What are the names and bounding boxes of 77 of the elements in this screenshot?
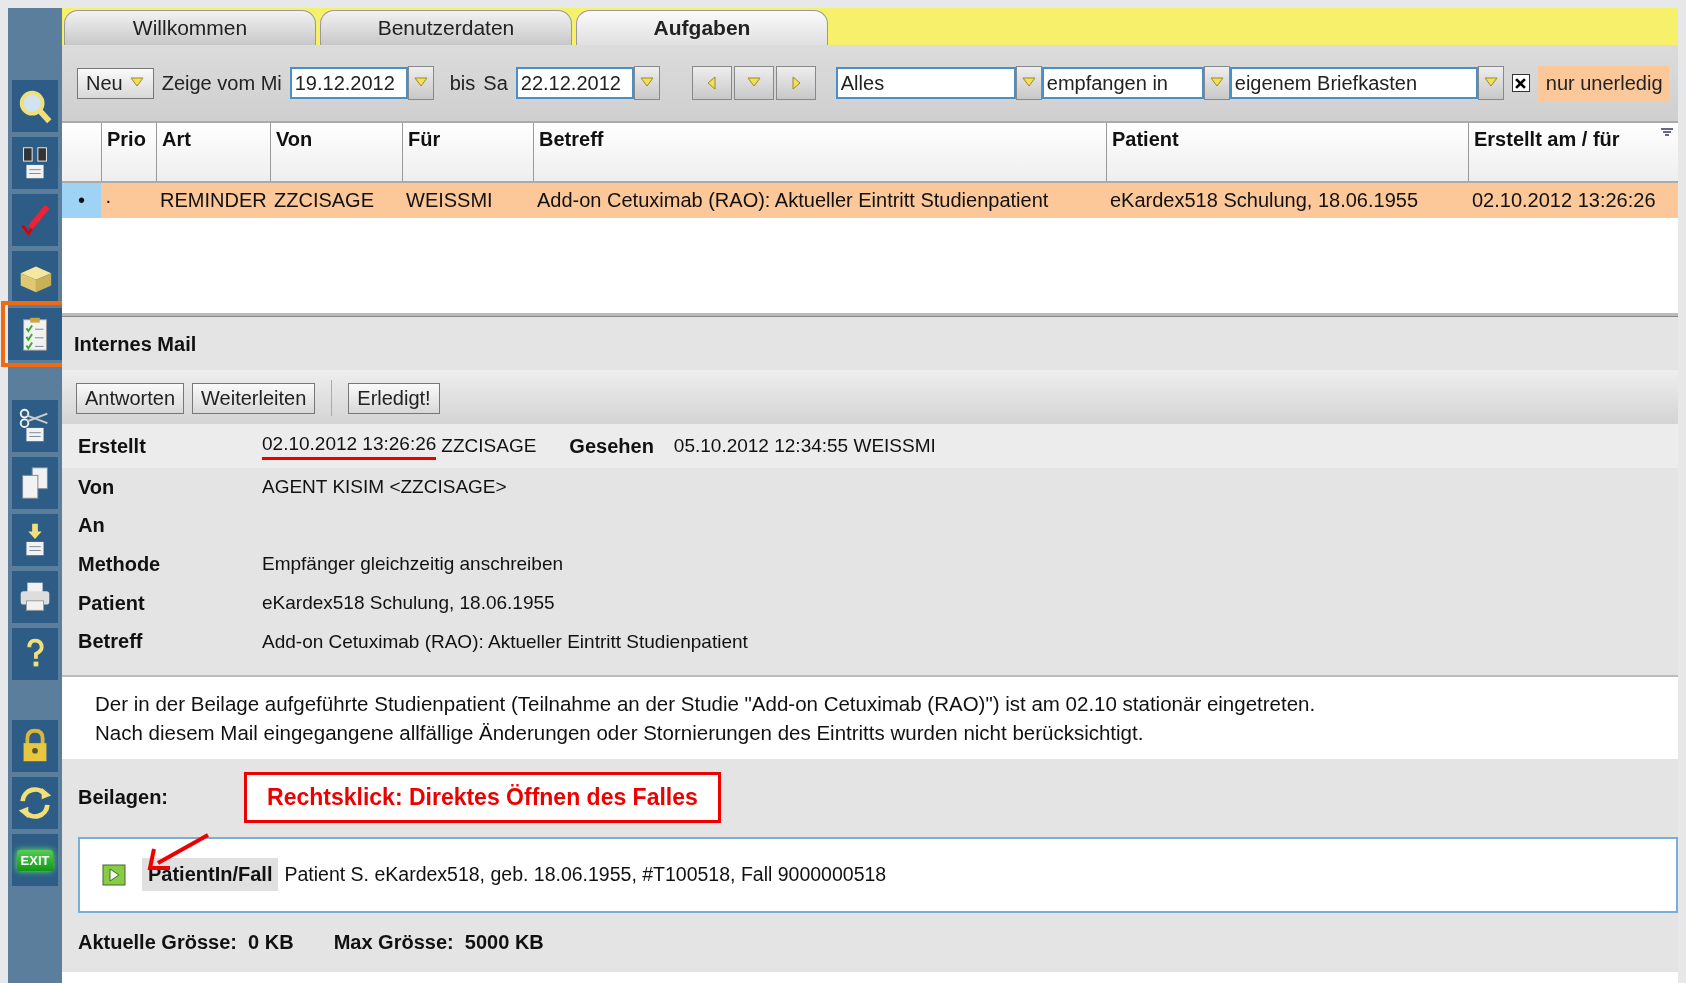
filter-select[interactable]: Alles <box>835 67 1016 99</box>
table-row[interactable]: • · REMINDER ZZCISAGE WEISSMI Add-on Cetuximab (RAO): Aktueller Eintritt Studienpatient eKardex518 Schulung, 18.06.1955 02.10.2012 13:26:26 <box>62 183 1678 218</box>
field-label: Patient <box>78 591 145 615</box>
checkbox[interactable] <box>1511 74 1530 92</box>
dropdown-button[interactable] <box>633 66 660 100</box>
field-label: Gesehen <box>569 434 654 458</box>
search-tool[interactable] <box>12 80 58 132</box>
checkbox-label: nur unerledig <box>1537 65 1669 101</box>
weekday-label: Sa <box>483 71 508 95</box>
brick-tool[interactable] <box>12 251 58 303</box>
dropdown-button[interactable] <box>407 66 434 100</box>
date-field[interactable]: 19.12.2012 <box>289 67 408 99</box>
column-header[interactable]: Für <box>402 123 533 181</box>
dropdown-button[interactable] <box>1477 66 1504 100</box>
tab[interactable]: Benutzerdaten <box>320 10 572 45</box>
field-label: Erstellt <box>78 434 147 458</box>
previous-button[interactable] <box>691 66 732 100</box>
section-title: Internes Mail <box>73 332 198 357</box>
field-label: Von <box>78 475 115 499</box>
refresh-tool[interactable] <box>12 777 58 829</box>
new-button[interactable]: Neu <box>77 67 154 99</box>
scissors-tool[interactable] <box>12 400 58 452</box>
next-button[interactable] <box>775 66 816 100</box>
attachment-type[interactable]: PatientIn/Fall <box>142 858 279 892</box>
callout-note: Rechtsklick: Direktes Öffnen des Falles <box>244 772 721 824</box>
action-button[interactable]: Antworten <box>76 382 185 414</box>
table-cell-text: ZZCISAGE <box>273 189 375 212</box>
field-label: Methode <box>78 553 161 576</box>
column-header[interactable]: Von <box>270 123 402 181</box>
attachments-label: Beilagen: <box>78 786 169 810</box>
tab[interactable]: Aufgaben <box>576 10 828 45</box>
column-header[interactable]: Erstellt am / für <box>1468 123 1678 181</box>
copy-tool[interactable] <box>12 457 58 509</box>
action-button[interactable]: Erledigt! <box>348 382 440 414</box>
help-tool[interactable] <box>12 628 58 680</box>
column-header[interactable]: Prio <box>101 123 156 181</box>
created-user: ZZCISAGE <box>441 435 537 457</box>
field-value: Add-on Cetuximab (RAO): Aktueller Eintritt Studienpatient <box>262 630 748 653</box>
play-icon[interactable] <box>102 863 126 886</box>
table-cell-text: WEISSMI <box>405 189 494 212</box>
field-value: AGENT KISIM <ZZCISAGE> <box>262 476 507 499</box>
field-label: Betreff <box>78 630 143 654</box>
table-cell-text: Add-on Cetuximab (RAO): Aktueller Eintritt Studienpatient <box>536 189 1050 212</box>
message-text: Nach diesem Mail eingegangene allfällige Änderungen oder Stornierungen des Eintritts wurden nicht berücksichtigt. <box>95 719 1145 746</box>
download-tool[interactable] <box>12 514 58 566</box>
column-header[interactable]: Art <box>156 123 270 181</box>
sort-icon <box>1661 128 1673 138</box>
action-button[interactable]: Weiterleiten <box>192 382 316 414</box>
filter-select[interactable]: eigenem Briefkasten <box>1229 67 1478 99</box>
field-value: eKardex518 Schulung, 18.06.1955 <box>262 592 555 615</box>
field-value: Empfänger gleichzeitig anschreiben <box>262 553 563 576</box>
date-field[interactable]: 22.12.2012 <box>515 67 634 99</box>
column-header[interactable]: Betreff <box>533 123 1106 181</box>
table-cell-text: · <box>104 189 113 212</box>
seen-value: 05.10.2012 12:34:55 WEISSMI <box>673 435 936 457</box>
size-info: Aktuelle Grösse: 0 KB <box>78 930 294 954</box>
until-label: bis <box>449 71 476 95</box>
printer-tool[interactable] <box>12 571 58 623</box>
table-cell-text: REMINDER <box>159 189 268 212</box>
dropdown-button[interactable] <box>1203 66 1230 100</box>
created-date: 02.10.2012 13:26:26 <box>262 432 437 460</box>
dropdown-button[interactable] <box>1015 66 1042 100</box>
field-label: An <box>78 514 105 538</box>
tab[interactable]: Willkommen <box>64 10 316 45</box>
binoculars-tool[interactable] <box>12 137 58 189</box>
size-info: Max Grösse: 5000 KB <box>333 930 544 954</box>
table-cell-text: 02.10.2012 13:26:26 <box>1471 189 1657 212</box>
message-text: Der in der Beilage aufgeführte Studienpatient (Teilnahme an der Studie "Add-on Cetuximab (RAO)") ist am 02.10 stationär eingetreten. <box>95 690 1317 717</box>
lock-tool[interactable] <box>12 720 58 772</box>
attachment-description: Patient S. eKardex518, geb. 18.06.1955, #T100518, Fall 9000000518 <box>284 863 887 887</box>
filter-select[interactable]: empfangen in <box>1041 67 1204 99</box>
dropdown-button[interactable] <box>733 66 774 100</box>
table-cell-text: eKardex518 Schulung, 18.06.1955 <box>1109 189 1420 212</box>
column-header[interactable]: Patient <box>1106 123 1468 181</box>
row-marker: • <box>78 189 85 212</box>
range-label: Zeige vom Mi <box>161 71 282 95</box>
check-icon <box>1515 77 1527 89</box>
